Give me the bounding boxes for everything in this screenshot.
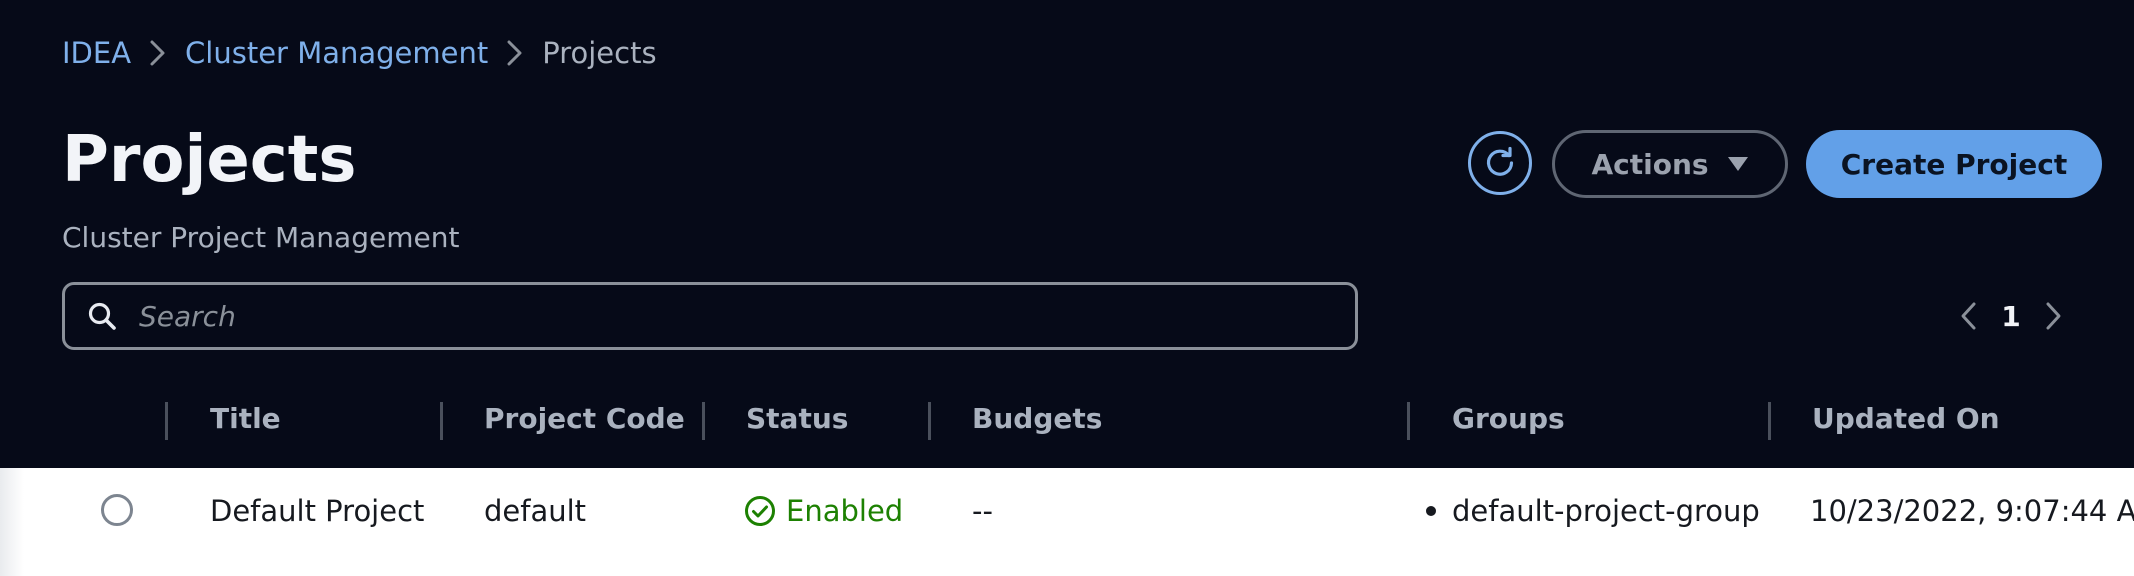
check-circle-icon (745, 496, 775, 526)
column-header-title[interactable]: Title (210, 392, 281, 444)
column-divider[interactable] (1768, 402, 1771, 440)
column-header-status[interactable]: Status (746, 392, 848, 444)
breadcrumb-current: Projects (542, 36, 657, 70)
row-edge (0, 468, 24, 576)
chevron-right-icon (131, 39, 185, 67)
breadcrumb-link-idea[interactable]: IDEA (62, 36, 131, 70)
search-icon (88, 302, 116, 330)
table-row[interactable]: Default Project default Enabled -- defau… (0, 468, 2134, 576)
chevron-right-icon (488, 39, 542, 67)
breadcrumb-link-cluster-management[interactable]: Cluster Management (185, 36, 488, 70)
cell-groups: default-project-group (1426, 468, 1760, 554)
group-item: default-project-group (1452, 494, 1760, 528)
cell-project-code: default (484, 494, 587, 528)
chevron-left-icon (1961, 302, 1976, 330)
column-divider[interactable] (165, 402, 168, 440)
page-number[interactable]: 1 (1986, 300, 2036, 333)
search-input[interactable] (137, 298, 1321, 334)
chevron-right-icon (2046, 302, 2061, 330)
actions-dropdown-button[interactable]: Actions (1552, 130, 1788, 198)
cell-status: Enabled (744, 468, 903, 554)
search-field[interactable] (62, 282, 1358, 350)
column-header-updated-on[interactable]: Updated On (1812, 392, 2000, 444)
refresh-icon (1486, 146, 1514, 176)
column-divider[interactable] (928, 402, 931, 440)
caret-down-icon (1727, 157, 1748, 171)
create-project-button[interactable]: Create Project (1806, 130, 2102, 198)
previous-page-button[interactable] (1950, 290, 1986, 342)
pagination: 1 (1950, 290, 2072, 342)
column-header-project-code[interactable]: Project Code (484, 392, 685, 444)
row-select-radio[interactable] (101, 494, 133, 526)
page-title: Projects (62, 123, 357, 197)
column-divider[interactable] (702, 402, 705, 440)
page-subtitle: Cluster Project Management (62, 221, 460, 254)
column-header-budgets[interactable]: Budgets (972, 392, 1102, 444)
table-header: Title Project Code Status Budgets Groups… (0, 392, 2134, 444)
list-bullet (1426, 506, 1436, 516)
actions-label: Actions (1591, 147, 1709, 181)
cell-title: Default Project (210, 494, 425, 528)
cell-updated-on: 10/23/2022, 9:07:44 AM (1810, 494, 2134, 528)
refresh-button[interactable] (1468, 131, 1532, 195)
next-page-button[interactable] (2036, 290, 2072, 342)
breadcrumb: IDEA Cluster Management Projects (62, 34, 657, 72)
column-header-groups[interactable]: Groups (1452, 392, 1565, 444)
column-divider[interactable] (1407, 402, 1410, 440)
column-divider[interactable] (440, 402, 443, 440)
cell-budgets: -- (972, 494, 993, 528)
status-label: Enabled (786, 494, 904, 528)
